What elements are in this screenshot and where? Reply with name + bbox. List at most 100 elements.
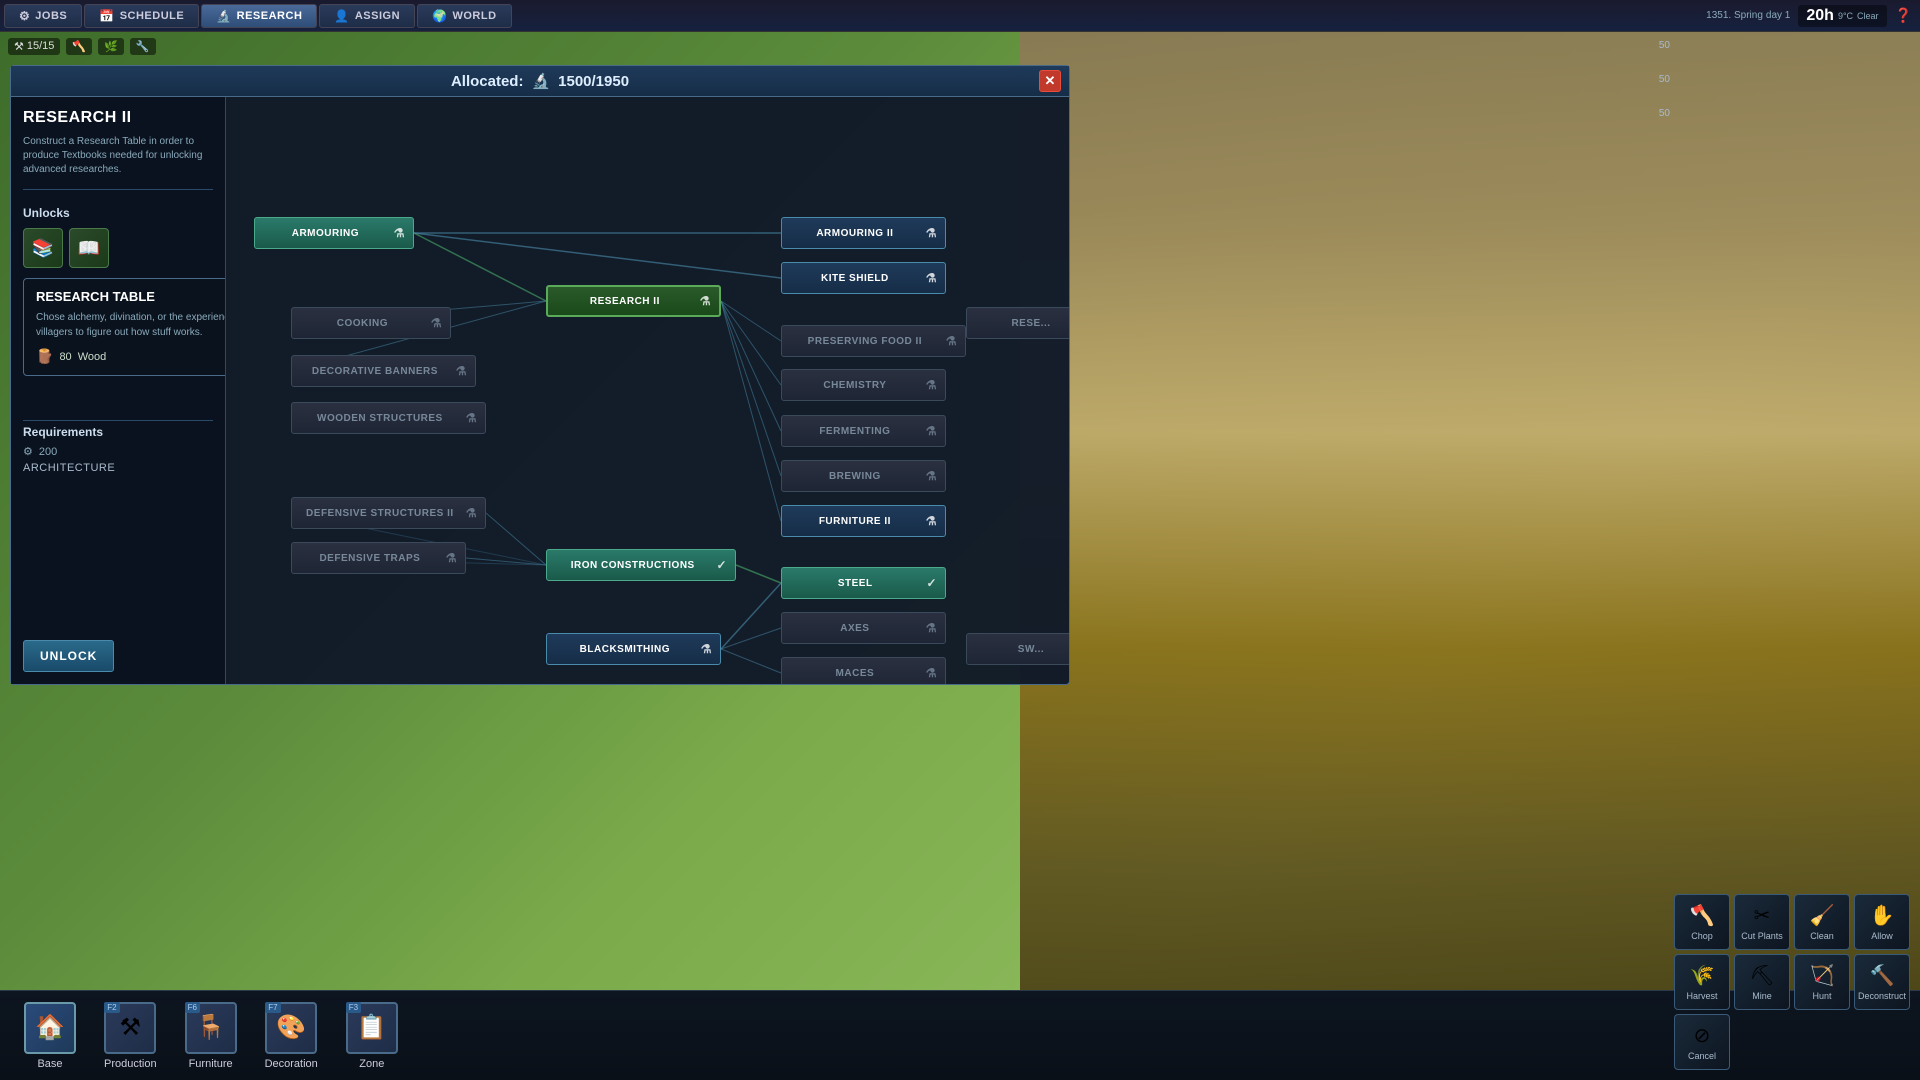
furniture-btn-wrap: F6 🪑 Furniture <box>173 996 249 1076</box>
decoration-icon: 🎨 <box>276 1013 306 1042</box>
chop-icon: 🪓 <box>1690 903 1715 928</box>
sidebar-divider-2 <box>23 420 213 421</box>
production-icon-box: F2 ⚒ <box>104 1002 156 1054</box>
node-armouring[interactable]: ARMOURING ⚗ <box>254 217 414 249</box>
nav-buttons: ⚙ JOBS 📅 SCHEDULE 🔬 RESEARCH 👤 ASSIGN 🌍 … <box>0 4 512 28</box>
node-kite-shield[interactable]: KITE SHIELD ⚗ <box>781 262 946 294</box>
production-button[interactable]: F2 ⚒ Production <box>92 996 169 1076</box>
node-steel[interactable]: STEEL ✓ <box>781 567 946 599</box>
node-partial-2[interactable]: SW... <box>966 633 1069 665</box>
zone-icon: 📋 <box>357 1013 387 1042</box>
sidebar-divider-1 <box>23 189 213 190</box>
harvest-tool[interactable]: 🌾 Harvest <box>1674 954 1730 1010</box>
nav-btn-jobs[interactable]: ⚙ JOBS <box>4 4 82 28</box>
hunt-icon: 🏹 <box>1810 963 1835 988</box>
allow-tool[interactable]: ✋ Allow <box>1854 894 1910 950</box>
zone-btn-wrap: F3 📋 Zone <box>334 996 410 1076</box>
time-display: 20h 9°C Clear <box>1798 5 1886 27</box>
harvest-icon: 🌾 <box>1690 963 1715 988</box>
req-icon: ⚙ <box>23 445 33 458</box>
decoration-button[interactable]: F7 🎨 Decoration <box>253 996 330 1076</box>
research-sidebar: RESEARCH II Construct a Research Table i… <box>11 97 226 684</box>
node-furniture-ii[interactable]: FURNITURE II ⚗ <box>781 505 946 537</box>
architecture-label: ARCHITECTURE <box>23 462 213 474</box>
right-tools-panel: 🪓 Chop ✂ Cut Plants 🧹 Clean ✋ Allow 🌾 Ha… <box>1674 894 1910 1070</box>
deconstruct-icon: 🔨 <box>1870 963 1895 988</box>
node-armouring-ii[interactable]: ARMOURING II ⚗ <box>781 217 946 249</box>
node-wooden-structures[interactable]: WOODEN STRUCTURES ⚗ <box>291 402 486 434</box>
nav-btn-assign[interactable]: 👤 ASSIGN <box>319 4 415 28</box>
unlock-icons: 📚 📖 RESEARCH TABLE Chose alchemy, divina… <box>23 228 213 268</box>
node-partial-1[interactable]: RESE... <box>966 307 1069 339</box>
zone-icon-box: F3 📋 <box>346 1002 398 1054</box>
research-icon: 🔬 <box>216 9 231 23</box>
hunt-tool[interactable]: 🏹 Hunt <box>1794 954 1850 1010</box>
base-icon-box: 🏠 <box>24 1002 76 1054</box>
node-defensive-traps[interactable]: DEFENSIVE TRAPS ⚗ <box>291 542 466 574</box>
zone-button[interactable]: F3 📋 Zone <box>334 996 410 1076</box>
axe-resource: 🪓 <box>66 38 92 55</box>
node-blacksmithing[interactable]: BLACKSMITHING ⚗ <box>546 633 721 665</box>
dialog-body: RESEARCH II Construct a Research Table i… <box>11 97 1069 684</box>
node-fermenting[interactable]: FERMENTING ⚗ <box>781 415 946 447</box>
gear-resource: 🔧 <box>130 38 156 55</box>
world-icon: 🌍 <box>432 9 447 23</box>
dialog-title: Allocated: 🔬 1500/1950 <box>451 72 629 90</box>
bottom-toolbar: 🏠 Base F2 ⚒ Production F6 🪑 Furniture F7… <box>0 990 1920 1080</box>
node-decorative-banners[interactable]: DECORATIVE BANNERS ⚗ <box>291 355 476 387</box>
mine-tool[interactable]: ⛏ Mine <box>1734 954 1790 1010</box>
node-chemistry[interactable]: CHEMISTRY ⚗ <box>781 369 946 401</box>
deconstruct-tool[interactable]: 🔨 Deconstruct <box>1854 954 1910 1010</box>
furniture-icon-box: F6 🪑 <box>185 1002 237 1054</box>
unlock-button[interactable]: UNLOCK <box>23 640 114 672</box>
resource-bar: ⚒ 15/15 🪓 🌿 🔧 <box>0 32 164 60</box>
cut-plants-tool[interactable]: ✂ Cut Plants <box>1734 894 1790 950</box>
plant-icon: 🌿 <box>104 40 118 53</box>
nav-btn-schedule[interactable]: 📅 SCHEDULE <box>84 4 199 28</box>
unlock-icon-1[interactable]: 📚 <box>23 228 63 268</box>
close-button[interactable]: ✕ <box>1039 70 1061 92</box>
sidebar-description: Construct a Research Table in order to p… <box>23 135 213 177</box>
workers-resource: ⚒ 15/15 <box>8 38 60 55</box>
node-research-ii[interactable]: RESEARCH II ⚗ <box>546 285 721 317</box>
gear-resource-icon: 🔧 <box>136 40 150 53</box>
node-axes[interactable]: AXES ⚗ <box>781 612 946 644</box>
mine-icon: ⛏ <box>1749 963 1774 988</box>
node-cooking[interactable]: COOKING ⚗ <box>291 307 451 339</box>
jobs-icon: ⚙ <box>19 9 30 23</box>
furniture-icon: 🪑 <box>196 1013 226 1042</box>
tech-tree-area[interactable]: ARMOURING ⚗ RESEARCH II ⚗ COOKING ⚗ DECO… <box>226 97 1069 684</box>
top-navigation: ⚙ JOBS 📅 SCHEDULE 🔬 RESEARCH 👤 ASSIGN 🌍 … <box>0 0 1920 32</box>
tech-tree-inner: ARMOURING ⚗ RESEARCH II ⚗ COOKING ⚗ DECO… <box>236 107 1069 684</box>
nav-btn-research[interactable]: 🔬 RESEARCH <box>201 4 317 28</box>
chop-tool[interactable]: 🪓 Chop <box>1674 894 1730 950</box>
axe-icon: 🪓 <box>72 40 86 53</box>
unlock-icon-2[interactable]: 📖 <box>69 228 109 268</box>
node-defensive-structures-ii[interactable]: DEFENSIVE STRUCTURES II ⚗ <box>291 497 486 529</box>
decoration-btn-wrap: F7 🎨 Decoration <box>253 996 330 1076</box>
workers-icon: ⚒ <box>14 40 24 53</box>
plant-resource: 🌿 <box>98 38 124 55</box>
help-icon[interactable]: ❓ <box>1895 7 1912 24</box>
requirements-label: Requirements <box>23 425 213 439</box>
cut-plants-icon: ✂ <box>1754 903 1771 928</box>
cancel-icon: ⊘ <box>1694 1023 1711 1048</box>
allow-icon: ✋ <box>1870 903 1895 928</box>
decoration-icon-box: F7 🎨 <box>265 1002 317 1054</box>
node-maces[interactable]: MACES ⚗ <box>781 657 946 684</box>
node-iron-constructions[interactable]: IRON CONSTRUCTIONS ✓ <box>546 549 736 581</box>
clean-icon: 🧹 <box>1810 903 1835 928</box>
node-brewing[interactable]: BREWING ⚗ <box>781 460 946 492</box>
base-btn-wrap: 🏠 Base <box>12 996 88 1076</box>
hud-info: 1351. Spring day 1 20h 9°C Clear ❓ <box>1706 5 1920 27</box>
node-preserving-food-ii[interactable]: PRESERVING FOOD II ⚗ <box>781 325 966 357</box>
production-btn-wrap: F2 ⚒ Production <box>92 996 169 1076</box>
cancel-tool[interactable]: ⊘ Cancel <box>1674 1014 1730 1070</box>
furniture-button[interactable]: F6 🪑 Furniture <box>173 996 249 1076</box>
clean-tool[interactable]: 🧹 Clean <box>1794 894 1850 950</box>
nav-btn-world[interactable]: 🌍 WORLD <box>417 4 512 28</box>
base-button[interactable]: 🏠 Base <box>12 996 88 1076</box>
tooltip-cost: 🪵 80 Wood <box>36 348 226 365</box>
assign-icon: 👤 <box>334 9 349 23</box>
research-dialog: Allocated: 🔬 1500/1950 ✕ RESEARCH II Con… <box>10 65 1070 685</box>
